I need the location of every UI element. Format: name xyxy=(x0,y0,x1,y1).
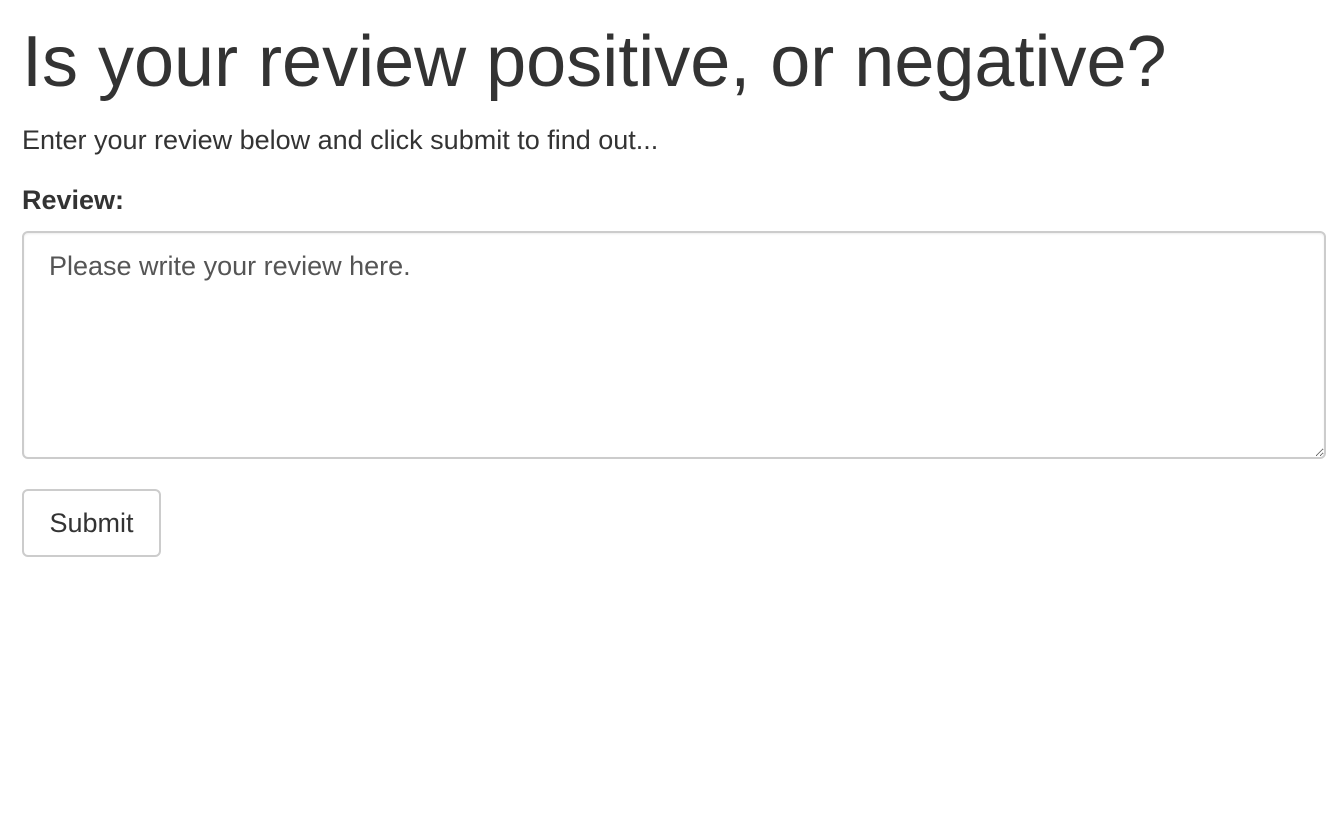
review-label: Review: xyxy=(22,185,125,215)
page-container: Is your review positive, or negative? En… xyxy=(0,0,1330,830)
review-textarea[interactable] xyxy=(22,231,1326,459)
page-title: Is your review positive, or negative? xyxy=(22,22,1167,102)
submit-button[interactable]: Submit xyxy=(22,489,161,557)
page-subtitle: Enter your review below and click submit… xyxy=(22,125,659,155)
